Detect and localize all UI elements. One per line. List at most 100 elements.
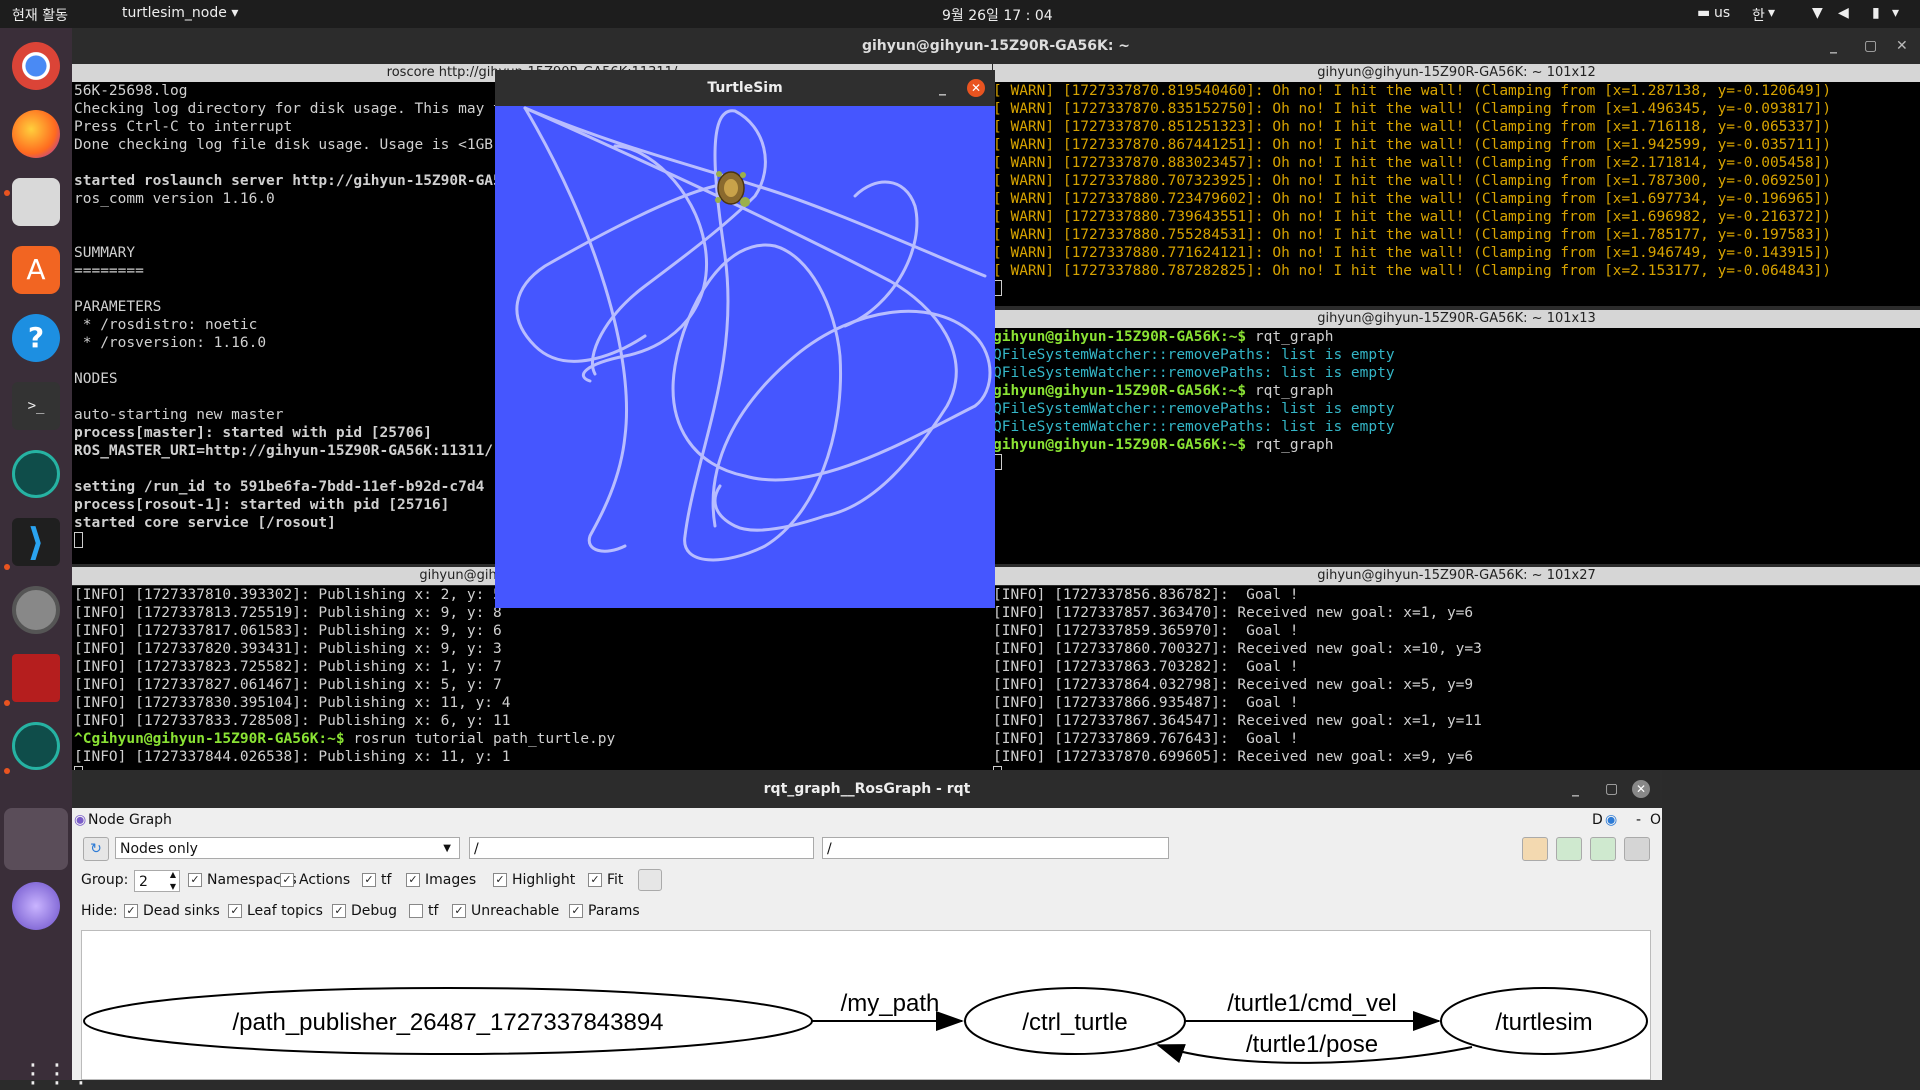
settings-icon[interactable] <box>12 586 60 634</box>
maximize-icon[interactable]: ▢ <box>1605 770 1618 808</box>
plugin-close-button[interactable]: O <box>1650 812 1661 828</box>
edge-label-my-path: /my_path <box>841 990 940 1017</box>
software-icon[interactable]: A <box>12 246 60 294</box>
chevron-down-icon[interactable]: ▾ <box>1892 5 1899 21</box>
unity-icon[interactable] <box>12 882 60 930</box>
close-icon[interactable]: ✕ <box>1896 28 1908 64</box>
terminal-pane-path-turtle[interactable]: [INFO] [1727337810.393302]: Publishing x… <box>72 586 994 770</box>
turtlesim-title: TurtleSim _ ✕ <box>495 70 995 106</box>
images-checkbox[interactable]: ✓ Images <box>406 872 476 888</box>
keyboard-icon: ▬ <box>1697 5 1711 21</box>
maximize-icon[interactable]: ▢ <box>1864 28 1877 64</box>
activities-button[interactable]: 현재 활동 <box>12 5 68 25</box>
keyboard-layout[interactable]: us <box>1714 5 1730 21</box>
terminal-line: [INFO] [1727337856.836782]: Goal ! <box>993 587 1299 603</box>
terminal-line: QFileSystemWatcher::removePaths: list is… <box>993 347 1395 363</box>
battery-icon[interactable]: ▮ <box>1872 5 1880 21</box>
node-graph-icon: ◉ <box>74 812 87 828</box>
chevron-down-icon: ▾ <box>1768 5 1776 21</box>
tf-checkbox[interactable]: ✓ tf <box>362 872 391 888</box>
unreachable-checkbox[interactable]: ✓ Unreachable <box>452 903 559 919</box>
terminal-pane-ctrl-turtle[interactable]: [INFO] [1727337856.836782]: Goal ! [INFO]… <box>993 586 1920 770</box>
terminal-icon[interactable]: >_ <box>12 382 60 430</box>
tf-hide-checkbox[interactable]: tf <box>409 903 438 919</box>
wifi-icon[interactable]: ▼ <box>1812 5 1823 21</box>
terminal-line: gihyun@gihyun-15Z90R-GA56K:~$ rqt_graph <box>993 383 1334 399</box>
plugin-minimize-button[interactable]: - <box>1636 812 1641 828</box>
terminal-line: [ WARN] [1727337880.755284531]: Oh no! I… <box>993 227 1832 243</box>
terminal-line: gihyun@gihyun-15Z90R-GA56K:~$ rqt_graph <box>993 329 1334 345</box>
minimize-icon[interactable]: _ <box>939 70 946 106</box>
turtle-path <box>515 106 992 562</box>
terminal-pane-rqt[interactable]: gihyun@gihyun-15Z90R-GA56K:~$ rqt_graph Q… <box>993 328 1920 564</box>
graph-canvas[interactable]: /path_publisher_26487_1727337843894 /ctr… <box>81 930 1651 1080</box>
terminal-line: QFileSystemWatcher::removePaths: list is… <box>993 365 1395 381</box>
params-checkbox[interactable]: ✓ Params <box>569 903 640 919</box>
actions-checkbox[interactable]: ✓ Actions <box>280 872 350 888</box>
chrome-icon[interactable] <box>12 42 60 90</box>
help-icon[interactable]: ◉ <box>1605 812 1617 828</box>
rqt-window[interactable]: rqt_graph__RosGraph - rqt _ ▢ ✕ ◉ Node G… <box>72 770 1662 1080</box>
rqt-icon[interactable] <box>4 808 68 870</box>
save-dot-icon[interactable] <box>1556 837 1582 861</box>
save-svg-icon[interactable] <box>1590 837 1616 861</box>
node-label-turtlesim: /turtlesim <box>1495 1009 1592 1036</box>
firefox-icon[interactable] <box>12 110 60 158</box>
terminal-line: [INFO] [1727337817.061583]: Publishing x… <box>74 623 502 639</box>
plugin-dock-button[interactable]: D <box>1592 812 1603 828</box>
terminal-line: [INFO] [1727337857.363470]: Received new… <box>993 605 1474 621</box>
topic-filter-input[interactable]: / <box>822 837 1169 859</box>
terminal-line: QFileSystemWatcher::removePaths: list is… <box>993 419 1395 435</box>
turtle-icon <box>715 171 750 207</box>
node-filter-input[interactable]: / <box>469 837 814 859</box>
fit-view-icon[interactable] <box>638 869 662 891</box>
highlight-checkbox[interactable]: ✓ Highlight <box>493 872 575 888</box>
fit-checkbox[interactable]: ✓ Fit <box>588 872 623 888</box>
terminal-line: [INFO] [1727337864.032798]: Received new… <box>993 677 1474 693</box>
turtlesim-window[interactable]: TurtleSim _ ✕ <box>495 70 995 608</box>
group-spinbox[interactable]: 2 ▲ ▼ <box>134 870 180 892</box>
terminal-line: [INFO] [1727337870.699605]: Received new… <box>993 749 1474 765</box>
terminal-line: [INFO] [1727337823.725582]: Publishing x… <box>74 659 502 675</box>
ime-indicator[interactable]: 한 <box>1752 5 1765 25</box>
gitkraken-icon[interactable] <box>12 450 60 498</box>
terminal-line: [INFO] [1727337844.026538]: Publishing x… <box>74 749 511 765</box>
dead-sinks-checkbox[interactable]: ✓ Dead sinks <box>124 903 220 919</box>
debug-checkbox[interactable]: ✓ Debug <box>332 903 397 919</box>
terminal-line: gihyun@gihyun-15Z90R-GA56K:~$ rqt_graph <box>993 437 1334 453</box>
terminal-line: [INFO] [1727337869.767643]: Goal ! <box>993 731 1299 747</box>
terminal-line: [INFO] [1727337866.935487]: Goal ! <box>993 695 1299 711</box>
terminal-line: [INFO] [1727337827.061467]: Publishing x… <box>74 677 502 693</box>
volume-icon[interactable]: ◀ <box>1838 5 1849 21</box>
open-folder-icon[interactable] <box>1522 837 1548 861</box>
dock: A ? >_ ⟩ ⋮⋮⋮ <box>0 28 94 1089</box>
terminal-line: [INFO] [1727337867.364547]: Received new… <box>993 713 1482 729</box>
close-icon[interactable]: ✕ <box>967 79 985 97</box>
node-label-ctrl-turtle: /ctrl_turtle <box>1022 1009 1127 1036</box>
files-icon[interactable] <box>12 178 60 226</box>
terminal-pane-turtlesim[interactable]: [ WARN] [1727337870.819540460]: Oh no! I… <box>993 82 1920 306</box>
graph-type-dropdown[interactable]: Nodes only ▼ <box>115 837 460 859</box>
leaf-topics-checkbox[interactable]: ✓ Leaf topics <box>228 903 323 919</box>
group-label: Group: <box>81 872 129 888</box>
apps-grid-icon[interactable]: ⋮⋮⋮ <box>20 1058 94 1090</box>
terminator-icon[interactable] <box>12 654 60 702</box>
minimize-icon[interactable]: _ <box>1572 770 1579 808</box>
help-icon[interactable]: ? <box>12 314 60 362</box>
terminal-line: [INFO] [1727337863.703282]: Goal ! <box>993 659 1299 675</box>
save-image-icon[interactable] <box>1624 837 1650 861</box>
app-menu[interactable]: turtlesim_node ▾ <box>122 5 238 21</box>
terminal-line: ^Cgihyun@gihyun-15Z90R-GA56K:~$ rosrun t… <box>74 731 616 747</box>
clock[interactable]: 9월 26일 17 : 04 <box>942 5 1053 25</box>
terminal-line: [ WARN] [1727337880.739643551]: Oh no! I… <box>993 209 1832 225</box>
close-icon[interactable]: ✕ <box>1632 780 1650 798</box>
gitkraken2-icon[interactable] <box>12 722 60 770</box>
pane-title-turtlesim: gihyun@gihyun-15Z90R-GA56K: ~ 101x12 <box>993 64 1920 82</box>
terminal-line: [INFO] [1727337830.395104]: Publishing x… <box>74 695 511 711</box>
minimize-icon[interactable]: _ <box>1830 28 1837 64</box>
terminal-line: [INFO] [1727337860.700327]: Received new… <box>993 641 1482 657</box>
vscode-icon[interactable]: ⟩ <box>12 518 60 566</box>
top-bar: 현재 활동 turtlesim_node ▾ 9월 26일 17 : 04 ▬ … <box>0 0 1920 28</box>
terminal-line: [ WARN] [1727337880.707323925]: Oh no! I… <box>993 173 1832 189</box>
refresh-icon[interactable]: ↻ <box>83 837 109 861</box>
